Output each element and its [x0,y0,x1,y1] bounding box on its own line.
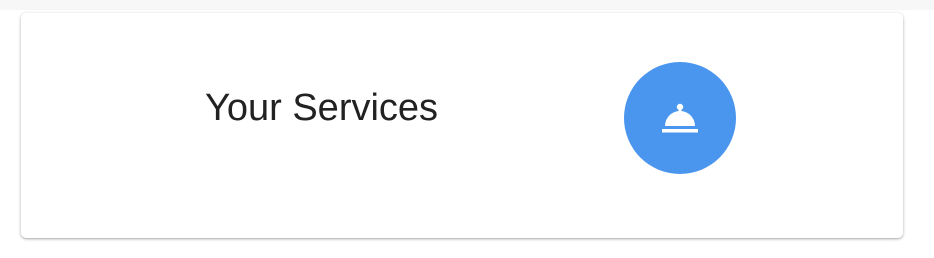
room-service-bell-icon [662,102,698,134]
page: Your Services [0,0,934,258]
services-card[interactable]: Your Services [21,13,903,238]
card-title: Your Services [205,87,439,129]
services-icon-button[interactable] [624,62,736,174]
top-divider [0,0,934,10]
